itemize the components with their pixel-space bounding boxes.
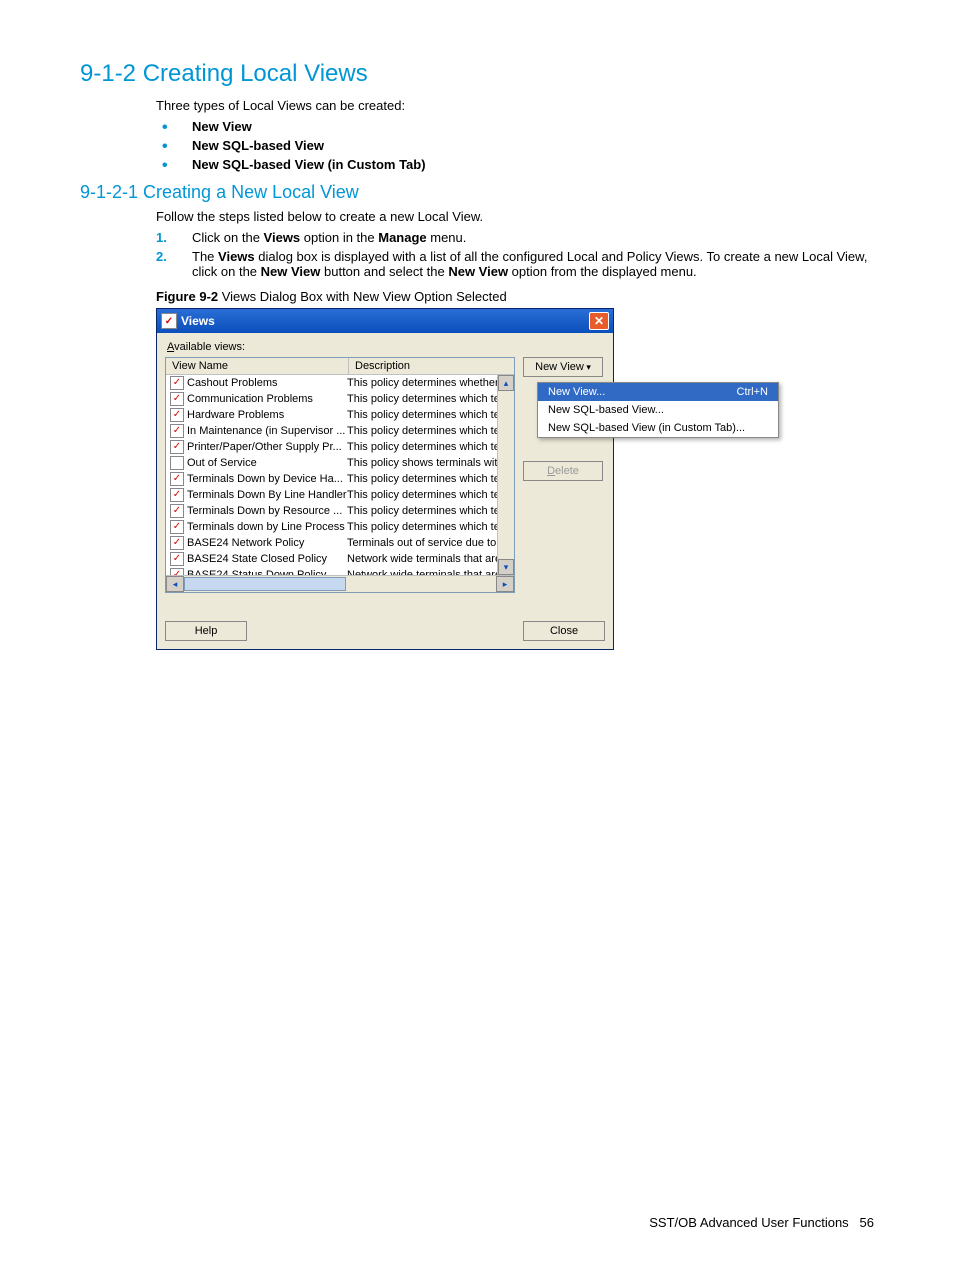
view-name-cell: Terminals down by Line Process	[187, 521, 347, 533]
scroll-left-icon[interactable]: ◂	[166, 576, 184, 592]
view-name-cell: Out of Service	[187, 457, 347, 469]
view-desc-cell: This policy determines which term..	[347, 505, 497, 517]
view-desc-cell: This policy determines which term..	[347, 425, 497, 437]
subsection-heading: 9-1-2-1 Creating a New Local View	[80, 182, 874, 203]
sub-intro-text: Follow the steps listed below to create …	[156, 209, 874, 224]
section-heading: 9-1-2 Creating Local Views	[80, 60, 874, 88]
list-item[interactable]: ✓Terminals Down by Resource ...This poli…	[166, 503, 497, 519]
checkbox-icon[interactable]: ✓	[170, 472, 184, 486]
view-name-cell: BASE24 State Closed Policy	[187, 553, 347, 565]
list-item[interactable]: ✓Printer/Paper/Other Supply Pr...This po…	[166, 439, 497, 455]
scroll-thumb[interactable]	[184, 577, 346, 591]
view-desc-cell: This policy determines whether th..	[347, 377, 497, 389]
checkbox-icon[interactable]: ✓	[170, 488, 184, 502]
view-name-cell: Terminals Down by Resource ...	[187, 505, 347, 517]
scroll-down-icon[interactable]: ▾	[498, 559, 514, 575]
view-name-cell: Hardware Problems	[187, 409, 347, 421]
list-item[interactable]: ✓Cashout ProblemsThis policy determines …	[166, 375, 497, 391]
new-view-dropdown-menu: New View...Ctrl+N New SQL-based View... …	[537, 382, 779, 438]
dialog-title: Views	[181, 314, 589, 328]
list-item[interactable]: ✓Communication ProblemsThis policy deter…	[166, 391, 497, 407]
close-button[interactable]: Close	[523, 621, 605, 641]
help-button[interactable]: Help	[165, 621, 247, 641]
checkbox-icon[interactable]: ✓	[170, 424, 184, 438]
checkbox-icon[interactable]: ✓	[170, 392, 184, 406]
step-number: 1.	[156, 230, 167, 245]
view-desc-cell: This policy determines which term..	[347, 409, 497, 421]
view-name-cell: Terminals Down by Device Ha...	[187, 473, 347, 485]
new-view-dropdown-button[interactable]: New View	[523, 357, 603, 377]
view-desc-cell: This policy shows terminals with f...	[347, 457, 497, 469]
dialog-titlebar[interactable]: ✓ Views ✕	[157, 309, 613, 333]
vertical-scrollbar[interactable]: ▴ ▾	[497, 375, 514, 575]
checkbox-icon[interactable]: ✓	[170, 504, 184, 518]
checkbox-icon[interactable]: ✓	[170, 536, 184, 550]
view-name-cell: In Maintenance (in Supervisor ...	[187, 425, 347, 437]
list-item[interactable]: Out of ServiceThis policy shows terminal…	[166, 455, 497, 471]
view-name-cell: Communication Problems	[187, 393, 347, 405]
dialog-icon: ✓	[161, 313, 177, 329]
page-footer: SST/OB Advanced User Functions 56	[649, 1215, 874, 1230]
menu-item-new-view[interactable]: New View...Ctrl+N	[538, 383, 778, 401]
list-item[interactable]: ✓Hardware ProblemsThis policy determines…	[166, 407, 497, 423]
bullet-item: New SQL-based View	[156, 138, 874, 153]
view-desc-cell: This policy determines which term..	[347, 441, 497, 453]
checkbox-icon[interactable]: ✓	[170, 520, 184, 534]
step-item: 2. The Views dialog box is displayed wit…	[156, 249, 874, 279]
list-header: View Name Description	[166, 358, 514, 375]
checkbox-icon[interactable]: ✓	[170, 376, 184, 390]
step-text: Click on the Views option in the Manage …	[192, 230, 466, 245]
view-name-cell: Printer/Paper/Other Supply Pr...	[187, 441, 347, 453]
view-desc-cell: Network wide terminals that are C..	[347, 553, 497, 565]
view-desc-cell: This policy determines which term..	[347, 489, 497, 501]
intro-text: Three types of Local Views can be create…	[156, 98, 874, 113]
step-text: The Views dialog box is displayed with a…	[192, 249, 867, 279]
menu-item-new-sql-view-custom[interactable]: New SQL-based View (in Custom Tab)...	[538, 419, 778, 437]
views-dialog: ✓ Views ✕ Available views: View Name Des…	[156, 308, 614, 650]
checkbox-icon[interactable]: ✓	[170, 408, 184, 422]
col-view-name[interactable]: View Name	[166, 358, 349, 374]
checkbox-icon[interactable]: ✓	[170, 440, 184, 454]
view-desc-cell: This policy determines which term..	[347, 473, 497, 485]
checkbox-icon[interactable]	[170, 456, 184, 470]
bullet-item: New View	[156, 119, 874, 134]
col-description[interactable]: Description	[349, 358, 514, 374]
step-item: 1. Click on the Views option in the Mana…	[156, 230, 874, 245]
bullet-list: New View New SQL-based View New SQL-base…	[156, 119, 874, 172]
menu-item-new-sql-view[interactable]: New SQL-based View...	[538, 401, 778, 419]
scroll-up-icon[interactable]: ▴	[498, 375, 514, 391]
available-views-label: Available views:	[167, 341, 605, 353]
view-desc-cell: This policy determines which term..	[347, 393, 497, 405]
step-number: 2.	[156, 249, 167, 264]
list-item[interactable]: ✓BASE24 State Closed PolicyNetwork wide …	[166, 551, 497, 567]
bullet-item: New SQL-based View (in Custom Tab)	[156, 157, 874, 172]
list-item[interactable]: ✓BASE24 Network PolicyTerminals out of s…	[166, 535, 497, 551]
horizontal-scrollbar[interactable]: ◂ ▸	[166, 575, 514, 592]
list-item[interactable]: ✓Terminals down by Line ProcessThis poli…	[166, 519, 497, 535]
view-name-cell: Cashout Problems	[187, 377, 347, 389]
list-item[interactable]: ✓BASE24 Status Down PolicyNetwork wide t…	[166, 567, 497, 575]
delete-button[interactable]: Delete	[523, 461, 603, 481]
view-name-cell: BASE24 Network Policy	[187, 537, 347, 549]
view-desc-cell: This policy determines which term..	[347, 521, 497, 533]
list-item[interactable]: ✓In Maintenance (in Supervisor ...This p…	[166, 423, 497, 439]
list-item[interactable]: ✓Terminals Down By Line HandlerThis poli…	[166, 487, 497, 503]
close-icon[interactable]: ✕	[589, 312, 609, 330]
figure-label: Figure 9-2 Views Dialog Box with New Vie…	[156, 289, 874, 304]
view-desc-cell: Terminals out of service due to B...	[347, 537, 497, 549]
checkbox-icon[interactable]: ✓	[170, 552, 184, 566]
view-name-cell: Terminals Down By Line Handler	[187, 489, 347, 501]
checkbox-icon[interactable]: ✓	[170, 568, 184, 575]
scroll-right-icon[interactable]: ▸	[496, 576, 514, 592]
steps-list: 1. Click on the Views option in the Mana…	[156, 230, 874, 279]
list-item[interactable]: ✓Terminals Down by Device Ha...This poli…	[166, 471, 497, 487]
views-list-box[interactable]: View Name Description ✓Cashout ProblemsT…	[165, 357, 515, 593]
